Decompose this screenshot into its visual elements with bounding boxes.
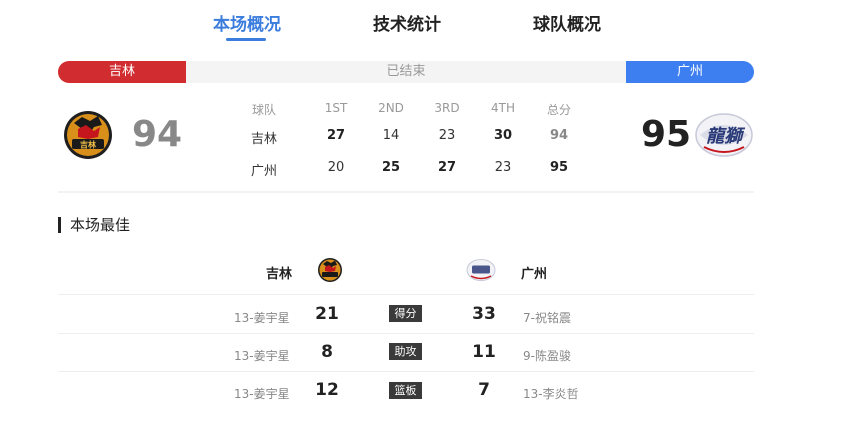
total-score: 95 xyxy=(549,160,569,175)
best-home-player[interactable]: 13-姜宇星 xyxy=(234,347,290,364)
best-away-value: 7 xyxy=(478,380,490,400)
tab-technical-stats[interactable]: 技术统计 xyxy=(373,10,441,35)
game-status-text: 已结束 xyxy=(386,64,426,79)
row-divider xyxy=(58,371,754,372)
total-score: 94 xyxy=(549,128,569,143)
row-divider xyxy=(58,294,754,295)
quarter-score: 27 xyxy=(437,160,457,175)
tab-team-overview[interactable]: 球队概况 xyxy=(533,10,601,35)
row-divider xyxy=(58,333,754,334)
tab-game-overview[interactable]: 本场概况 xyxy=(213,10,281,35)
quarter-score: 30 xyxy=(493,128,513,143)
row-team-name: 吉林 xyxy=(250,132,277,147)
best-home-value: 21 xyxy=(315,304,339,324)
quarter-score: 23 xyxy=(438,128,456,143)
stat-label-rebounds: 篮板 xyxy=(389,382,422,399)
quarter-score: 20 xyxy=(327,160,345,175)
tab-bar: 本场概况 技术统计 球队概况 xyxy=(0,0,850,44)
guangzhou-logo-small-icon xyxy=(466,259,496,281)
away-team-label: 广州 xyxy=(626,61,754,83)
best-home-value: 12 xyxy=(315,380,339,400)
best-away-player[interactable]: 9-陈盈骏 xyxy=(523,347,571,364)
home-team-label: 吉林 xyxy=(58,61,186,83)
best-away-player[interactable]: 7-祝铭震 xyxy=(523,309,571,326)
away-score: 95 xyxy=(641,114,692,155)
stat-label-points: 得分 xyxy=(389,305,422,322)
best-home-value: 8 xyxy=(321,342,333,362)
section-divider xyxy=(58,191,754,193)
header-q3: 3RD xyxy=(434,101,460,115)
best-away-value: 11 xyxy=(472,342,496,362)
best-home-player[interactable]: 13-姜宇星 xyxy=(234,309,290,326)
header-team: 球队 xyxy=(251,103,276,117)
header-q1: 1ST xyxy=(324,101,348,115)
row-team-name: 广州 xyxy=(250,164,277,179)
svg-text:龍獅: 龍獅 xyxy=(706,126,746,147)
game-status-bar: 吉林 已结束 广州 xyxy=(58,61,754,83)
best-home-team: 吉林 xyxy=(266,267,293,282)
home-score: 94 xyxy=(132,114,183,155)
quarter-score: 14 xyxy=(382,128,400,143)
section-title-best: 本场最佳 xyxy=(58,217,130,233)
quarter-score: 23 xyxy=(494,160,512,175)
header-q2: 2ND xyxy=(378,101,404,115)
best-away-value: 33 xyxy=(472,304,496,324)
jilin-logo-small-icon xyxy=(318,258,342,282)
header-q4: 4TH xyxy=(491,101,515,115)
jilin-logo-icon[interactable]: 吉林 xyxy=(60,109,116,161)
stat-label-assists: 助攻 xyxy=(389,343,422,360)
guangzhou-logo-icon[interactable]: 龍獅 xyxy=(694,111,754,159)
quarter-score: 25 xyxy=(381,160,401,175)
best-away-team: 广州 xyxy=(521,267,548,282)
best-away-player[interactable]: 13-李炎哲 xyxy=(523,385,579,402)
active-tab-indicator xyxy=(226,38,266,41)
header-total: 总分 xyxy=(546,103,571,117)
best-home-player[interactable]: 13-姜宇星 xyxy=(234,385,290,402)
quarter-score: 27 xyxy=(326,128,346,143)
svg-text:吉林: 吉林 xyxy=(80,140,96,150)
